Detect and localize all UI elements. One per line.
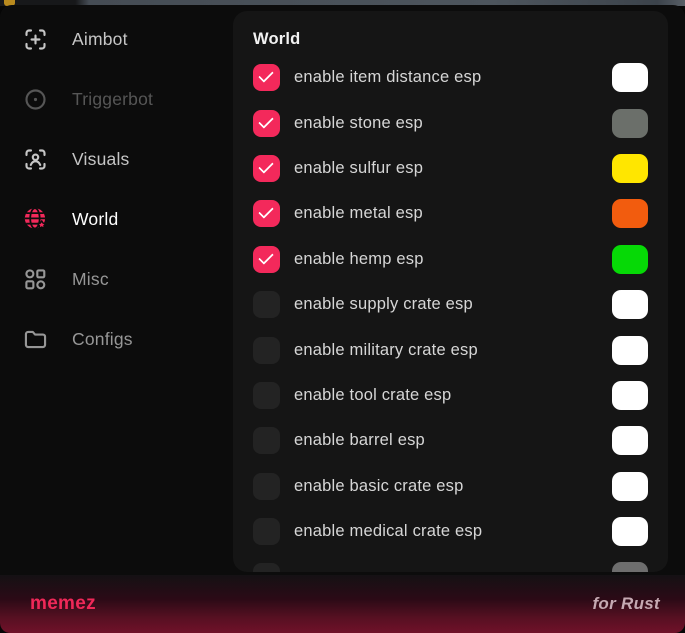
color-swatch-medical-crate-esp[interactable] (612, 517, 648, 546)
setting-label: enable military crate esp (294, 341, 478, 360)
panel-title: World (253, 23, 648, 55)
checkbox-sulfur-esp[interactable] (253, 155, 280, 182)
checkbox-tool-crate-esp[interactable] (253, 382, 280, 409)
visuals-icon (22, 146, 49, 173)
aimbot-icon (22, 26, 49, 53)
sidebar-item-world[interactable]: World (0, 189, 233, 249)
color-swatch-sulfur-esp[interactable] (612, 154, 648, 183)
color-swatch-basic-crate-esp[interactable] (612, 472, 648, 501)
color-swatch-military-crate-esp[interactable] (612, 336, 648, 365)
sidebar-item-label: World (72, 209, 118, 230)
setting-row-basic-crate-esp: enable basic crate esp (253, 464, 648, 509)
brand-tagline: for Rust (592, 594, 660, 614)
world-settings-panel: World enable item distance esp enable st… (233, 11, 668, 572)
setting-label: enable basic crate esp (294, 477, 464, 496)
sidebar-item-label: Misc (72, 269, 109, 290)
sidebar-item-aimbot[interactable]: Aimbot (0, 9, 233, 69)
color-swatch-stone-esp[interactable] (612, 109, 648, 138)
setting-label: enable hemp esp (294, 250, 424, 269)
sidebar-item-misc[interactable]: Misc (0, 249, 233, 309)
triggerbot-icon (22, 86, 49, 113)
setting-row-partial (253, 554, 648, 572)
setting-label: enable tool crate esp (294, 386, 451, 405)
sidebar-item-visuals[interactable]: Visuals (0, 129, 233, 189)
setting-row-supply-crate-esp: enable supply crate esp (253, 282, 648, 327)
checkbox-medical-crate-esp[interactable] (253, 518, 280, 545)
setting-row-tool-crate-esp: enable tool crate esp (253, 373, 648, 418)
setting-row-sulfur-esp: enable sulfur esp (253, 146, 648, 191)
setting-row-metal-esp: enable metal esp (253, 191, 648, 236)
checkbox-military-crate-esp[interactable] (253, 337, 280, 364)
color-swatch-item-distance-esp[interactable] (612, 63, 648, 92)
world-icon (22, 206, 49, 233)
sidebar-item-label: Visuals (72, 149, 130, 170)
setting-label: enable stone esp (294, 114, 423, 133)
sidebar-item-label: Aimbot (72, 29, 128, 50)
setting-label: enable medical crate esp (294, 522, 482, 541)
sidebar-item-label: Configs (72, 329, 133, 350)
checkbox-partial[interactable] (253, 563, 280, 572)
checkbox-basic-crate-esp[interactable] (253, 473, 280, 500)
cheat-menu-window: Aimbot Triggerbot (0, 5, 685, 633)
setting-label: enable supply crate esp (294, 295, 473, 314)
setting-row-military-crate-esp: enable military crate esp (253, 327, 648, 372)
setting-label: enable item distance esp (294, 68, 481, 87)
setting-row-stone-esp: enable stone esp (253, 100, 648, 145)
color-swatch-metal-esp[interactable] (612, 199, 648, 228)
setting-row-hemp-esp: enable hemp esp (253, 237, 648, 282)
setting-row-item-distance-esp: enable item distance esp (253, 55, 648, 100)
color-swatch-tool-crate-esp[interactable] (612, 381, 648, 410)
color-swatch-supply-crate-esp[interactable] (612, 290, 648, 319)
sidebar-item-configs[interactable]: Configs (0, 309, 233, 369)
brand-name: memez (30, 593, 96, 615)
configs-icon (22, 326, 49, 353)
color-swatch-partial[interactable] (612, 562, 648, 572)
sidebar-item-triggerbot[interactable]: Triggerbot (0, 69, 233, 129)
footer: memez for Rust (0, 575, 685, 633)
checkbox-item-distance-esp[interactable] (253, 64, 280, 91)
setting-row-medical-crate-esp: enable medical crate esp (253, 509, 648, 554)
checkbox-supply-crate-esp[interactable] (253, 291, 280, 318)
color-swatch-hemp-esp[interactable] (612, 245, 648, 274)
setting-label: enable sulfur esp (294, 159, 423, 178)
checkbox-metal-esp[interactable] (253, 200, 280, 227)
checkbox-hemp-esp[interactable] (253, 246, 280, 273)
sidebar: Aimbot Triggerbot (0, 9, 233, 369)
color-swatch-barrel-esp[interactable] (612, 426, 648, 455)
setting-row-barrel-esp: enable barrel esp (253, 418, 648, 463)
checkbox-stone-esp[interactable] (253, 110, 280, 137)
setting-label: enable barrel esp (294, 431, 425, 450)
sidebar-item-label: Triggerbot (72, 89, 153, 110)
checkbox-barrel-esp[interactable] (253, 427, 280, 454)
misc-icon (22, 266, 49, 293)
setting-label: enable metal esp (294, 204, 423, 223)
